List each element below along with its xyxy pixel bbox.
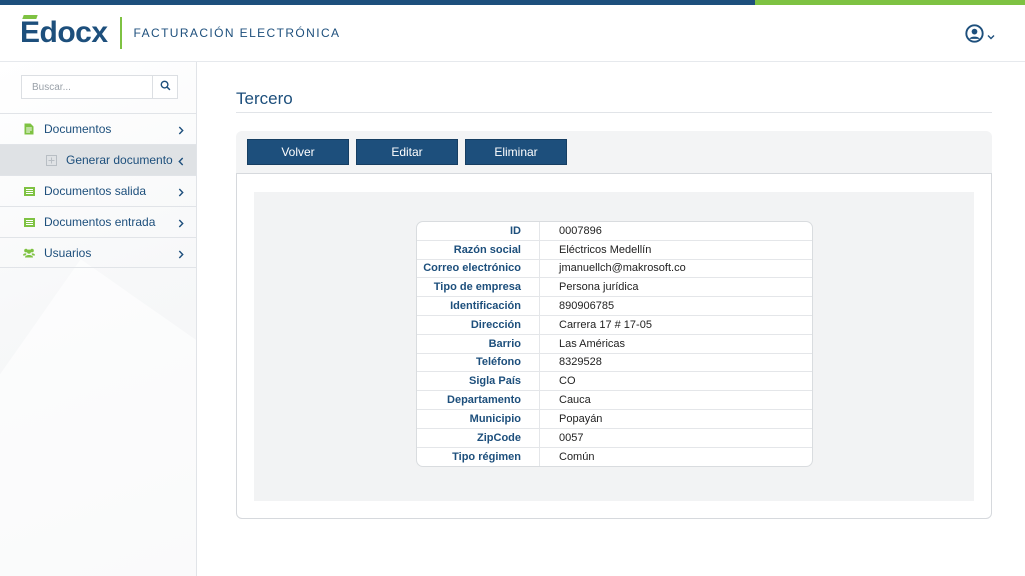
table-row: Tipo régimen Común [417, 447, 812, 467]
field-value: CO [540, 372, 812, 392]
field-label: ZipCode [417, 428, 540, 448]
search-icon [160, 78, 171, 96]
logo-text: Edocx [20, 16, 108, 49]
field-label: Municipio [417, 409, 540, 429]
table-row: Teléfono 8329528 [417, 353, 812, 373]
brand-logo[interactable]: Edocx [20, 13, 108, 53]
field-label: Razón social [417, 240, 540, 260]
field-value: Común [559, 450, 595, 463]
table-row: Municipio Popayán [417, 409, 812, 429]
action-toolbar: Volver Editar Eliminar [236, 131, 992, 177]
field-value: 8329528 [540, 354, 812, 373]
search-input[interactable] [21, 75, 152, 99]
user-menu[interactable] [965, 24, 995, 48]
document-icon [23, 123, 35, 135]
table-row: Barrio Las Américas [417, 334, 812, 354]
table-row: Departamento Cauca [417, 391, 812, 410]
chevron-right-icon [178, 217, 184, 231]
table-row: Sigla País CO [417, 372, 812, 392]
sidebar-item-documentos-entrada[interactable]: Documentos entrada [0, 206, 196, 237]
sidebar-nav: Documentos Generar documento Documentos … [0, 113, 196, 268]
chevron-left-icon [178, 155, 184, 169]
back-button[interactable]: Volver [247, 139, 349, 165]
table-row: ZipCode 0057 [417, 428, 812, 448]
field-value: Eléctricos Medellín [540, 241, 812, 260]
sidebar: Documentos Generar documento Documentos … [0, 62, 197, 576]
field-label: Identificación [417, 297, 540, 316]
sidebar-item-usuarios[interactable]: Usuarios [0, 237, 196, 268]
field-value: Cauca [540, 391, 812, 410]
list-icon [23, 185, 35, 197]
field-label: Tipo régimen [417, 447, 540, 467]
logo-accent [22, 15, 38, 19]
field-label: Correo electrónico [417, 259, 540, 279]
users-icon [23, 247, 35, 259]
field-value: Las Américas [540, 335, 812, 354]
sidebar-item-label: Documentos salida [44, 184, 147, 198]
table-row: Dirección Carrera 17 # 17-05 [417, 315, 812, 335]
sidebar-item-documentos-salida[interactable]: Documentos salida [0, 175, 196, 206]
field-value: Popayán [540, 410, 812, 429]
sidebar-item-documentos[interactable]: Documentos [0, 113, 196, 144]
table-row: Tipo de empresa Persona jurídica [417, 278, 812, 298]
plus-square-icon [45, 154, 57, 166]
page-title: Tercero [236, 89, 293, 108]
field-label: Dirección [417, 315, 540, 335]
delete-button[interactable]: Eliminar [465, 139, 567, 165]
sidebar-item-label: Documentos [44, 122, 112, 136]
field-value: jmanuellch@makrosoft.co [540, 260, 812, 279]
detail-card-body: ID 0007896 Razón social Eléctricos Medellí… [254, 192, 974, 501]
chevron-down-icon [987, 27, 995, 45]
table-row: Correo electrónico jmanuellch@makrosoft.c… [417, 259, 812, 279]
chevron-right-icon [178, 248, 184, 262]
chevron-right-icon [178, 186, 184, 200]
field-label: Departamento [417, 391, 540, 410]
field-label: Barrio [417, 334, 540, 354]
sidebar-item-label: Documentos entrada [44, 215, 156, 229]
detail-table: ID 0007896 Razón social Eléctricos Medellí… [416, 221, 813, 468]
field-label: ID [417, 222, 540, 241]
app-title: FACTURACIÓN ELECTRÓNICA [133, 26, 341, 40]
sidebar-item-generar-documento[interactable]: Generar documento [0, 144, 196, 175]
detail-card: ID 0007896 Razón social Eléctricos Medellí… [236, 173, 992, 519]
field-value: Carrera 17 # 17-05 [540, 316, 812, 335]
app-header: Edocx FACTURACIÓN ELECTRÓNICA [0, 5, 1025, 62]
field-value: 0007896 [540, 222, 812, 241]
field-value: 0057 [540, 429, 812, 448]
edit-button[interactable]: Editar [356, 139, 458, 165]
search-button[interactable] [152, 75, 178, 99]
table-row: Razón social Eléctricos Medellín [417, 240, 812, 260]
user-circle-icon [965, 24, 984, 48]
field-value: Persona jurídica [540, 278, 812, 298]
chevron-right-icon [178, 124, 184, 138]
sidebar-item-label: Generar documento [66, 153, 173, 167]
field-label: Teléfono [417, 353, 540, 373]
logo-divider [119, 17, 122, 49]
field-label: Sigla País [417, 372, 540, 392]
list-icon [23, 216, 35, 228]
field-label: Tipo de empresa [417, 278, 540, 298]
sidebar-item-label: Usuarios [44, 245, 92, 260]
table-row: ID 0007896 [417, 222, 812, 241]
title-divider [236, 112, 992, 113]
field-value: 890906785 [540, 297, 812, 316]
table-row: Identificación 890906785 [417, 297, 812, 316]
sidebar-search [21, 75, 178, 99]
